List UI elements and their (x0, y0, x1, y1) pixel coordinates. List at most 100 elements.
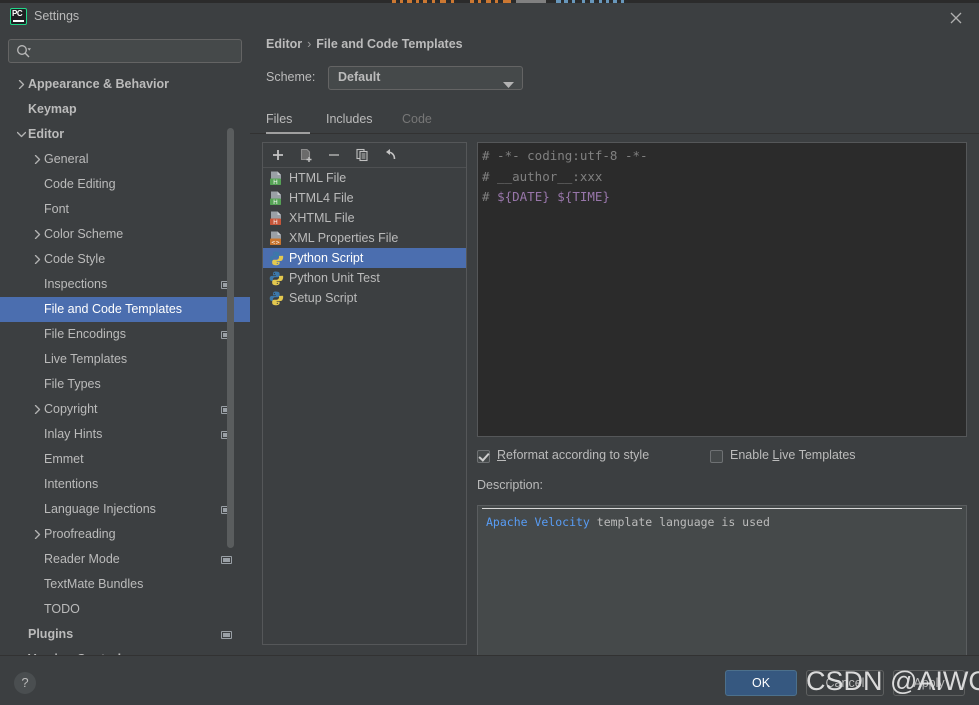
sidebar-item-label: Editor (28, 127, 65, 141)
chevron-right-icon[interactable] (30, 147, 44, 172)
template-code-text: # -*- coding:utf-8 -*- # __author__:xxx # … (482, 146, 964, 208)
scheme-value: Default (338, 70, 381, 84)
tab-includes[interactable]: Includes (326, 106, 388, 134)
search-input[interactable] (37, 40, 237, 62)
svg-text:<>: <> (271, 240, 280, 246)
sidebar-item-live-templates[interactable]: Live Templates (0, 347, 250, 372)
python-file-icon (268, 290, 284, 306)
sidebar-item-editor[interactable]: Editor (0, 122, 250, 147)
breadcrumb-current: File and Code Templates (316, 37, 463, 51)
tab-files[interactable]: Files (266, 106, 310, 134)
sidebar-item-file-types[interactable]: File Types (0, 372, 250, 397)
sidebar-item-label: TODO (44, 602, 80, 616)
sidebar-item-textmate-bundles[interactable]: TextMate Bundles (0, 572, 250, 597)
sidebar-item-inspections[interactable]: Inspections (0, 272, 250, 297)
sidebar-item-code-style[interactable]: Code Style (0, 247, 250, 272)
sidebar-item-version-control[interactable]: Version Control (0, 647, 250, 655)
chevron-right-icon[interactable] (30, 397, 44, 422)
template-list-item[interactable]: H HTML File (263, 168, 466, 188)
template-list-item-label: XML Properties File (289, 231, 399, 245)
copy-template-icon[interactable] (293, 143, 319, 167)
chevron-right-icon[interactable] (14, 72, 28, 97)
sidebar-item-keymap[interactable]: Keymap (0, 97, 250, 122)
sidebar-item-appearance-behavior[interactable]: Appearance & Behavior (0, 72, 250, 97)
sidebar-item-label: Inspections (44, 277, 108, 291)
sidebar-item-color-scheme[interactable]: Color Scheme (0, 222, 250, 247)
templates-list: H HTML File H HTML4 File H XHTML File <> XML Pr… (263, 168, 466, 644)
settings-tree: Appearance & Behavior Keymap Editor General… (0, 72, 250, 655)
sidebar-item-plugins[interactable]: Plugins (0, 622, 250, 647)
chevron-right-icon[interactable] (30, 222, 44, 247)
chevron-down-icon[interactable] (14, 122, 28, 147)
scheme-dropdown[interactable]: Default (328, 66, 523, 90)
python-file-icon (268, 270, 284, 286)
enable-live-templates-checkbox[interactable] (710, 450, 723, 463)
sidebar-item-label: Copyright (44, 402, 98, 416)
template-list-item[interactable]: Setup Script (263, 288, 466, 308)
template-list-item[interactable]: H XHTML File (263, 208, 466, 228)
sidebar-item-label: Intentions (44, 477, 99, 491)
template-list-item-label: Python Unit Test (289, 271, 380, 285)
sidebar-item-general[interactable]: General (0, 147, 250, 172)
template-list-item[interactable]: Python Script (263, 248, 466, 268)
apply-button[interactable]: Apply (893, 670, 965, 696)
html4-file-icon: H (268, 190, 284, 206)
sidebar-item-reader-mode[interactable]: Reader Mode (0, 547, 250, 572)
sidebar-item-label: Version Control (28, 647, 121, 655)
sidebar-item-label: File and Code Templates (44, 302, 183, 316)
apache-velocity-link[interactable]: Apache Velocity (486, 515, 590, 529)
sidebar-item-label: Proofreading (44, 527, 116, 541)
title-bar: PC Settings (0, 3, 979, 30)
template-list-item-label: XHTML File (289, 211, 355, 225)
template-list-item-label: Python Script (289, 251, 364, 265)
pycharm-logo-icon: PC (10, 8, 27, 25)
chevron-right-icon[interactable] (14, 647, 28, 655)
description-rest: template language is used (589, 515, 770, 529)
sidebar-item-code-editing[interactable]: Code Editing (0, 172, 250, 197)
ok-button[interactable]: OK (725, 670, 797, 696)
sidebar-item-file-and-code-templates[interactable]: File and Code Templates (0, 297, 250, 322)
sidebar-item-proofreading[interactable]: Proofreading (0, 522, 250, 547)
template-list-item[interactable]: H HTML4 File (263, 188, 466, 208)
template-list-item[interactable]: Python Unit Test (263, 268, 466, 288)
search-icon (16, 44, 32, 59)
description-panel[interactable]: Apache Velocity template language is use… (477, 505, 967, 675)
add-icon[interactable] (265, 143, 291, 167)
scheme-label: Scheme: (266, 70, 316, 84)
template-code-editor[interactable]: # -*- coding:utf-8 -*- # __author__:xxx # … (477, 142, 967, 437)
chevron-right-icon[interactable] (30, 247, 44, 272)
templates-toolbar (263, 143, 466, 168)
dialog-button-bar: ? OK Cancel Apply (0, 655, 979, 705)
reset-icon[interactable] (377, 143, 403, 167)
breadcrumb-root[interactable]: Editor (266, 37, 302, 51)
template-list-item[interactable]: <> XML Properties File (263, 228, 466, 248)
sidebar-item-language-injections[interactable]: Language Injections (0, 497, 250, 522)
sidebar-scrollbar-thumb[interactable] (227, 128, 234, 548)
sidebar-item-inlay-hints[interactable]: Inlay Hints (0, 422, 250, 447)
close-icon[interactable] (941, 6, 971, 30)
duplicate-icon[interactable] (349, 143, 375, 167)
reformat-checkbox-label[interactable]: Reformat according to style (497, 448, 649, 462)
sidebar-item-todo[interactable]: TODO (0, 597, 250, 622)
sidebar-scrollbar-track[interactable] (227, 30, 242, 613)
sidebar-item-label: Plugins (28, 627, 74, 641)
settings-content: Editor › File and Code Templates Scheme: D… (250, 30, 979, 675)
xml-properties-icon: <> (268, 230, 284, 246)
help-button[interactable]: ? (14, 672, 36, 694)
chevron-right-icon[interactable] (30, 522, 44, 547)
logo-text: PC (12, 9, 23, 18)
enable-live-templates-label[interactable]: Enable Live Templates (730, 448, 856, 462)
sidebar-item-label: Language Injections (44, 502, 156, 516)
svg-text:H: H (273, 219, 278, 226)
search-field[interactable] (8, 39, 242, 63)
templates-list-panel: H HTML File H HTML4 File H XHTML File <> XML Pr… (262, 142, 467, 645)
sidebar-item-file-encodings[interactable]: File Encodings (0, 322, 250, 347)
sidebar-item-emmet[interactable]: Emmet (0, 447, 250, 472)
remove-icon[interactable] (321, 143, 347, 167)
sidebar-item-intentions[interactable]: Intentions (0, 472, 250, 497)
sidebar-item-font[interactable]: Font (0, 197, 250, 222)
sidebar-item-copyright[interactable]: Copyright (0, 397, 250, 422)
sidebar-item-label: Inlay Hints (44, 427, 103, 441)
reformat-checkbox[interactable] (477, 450, 490, 463)
cancel-button[interactable]: Cancel (806, 670, 884, 696)
